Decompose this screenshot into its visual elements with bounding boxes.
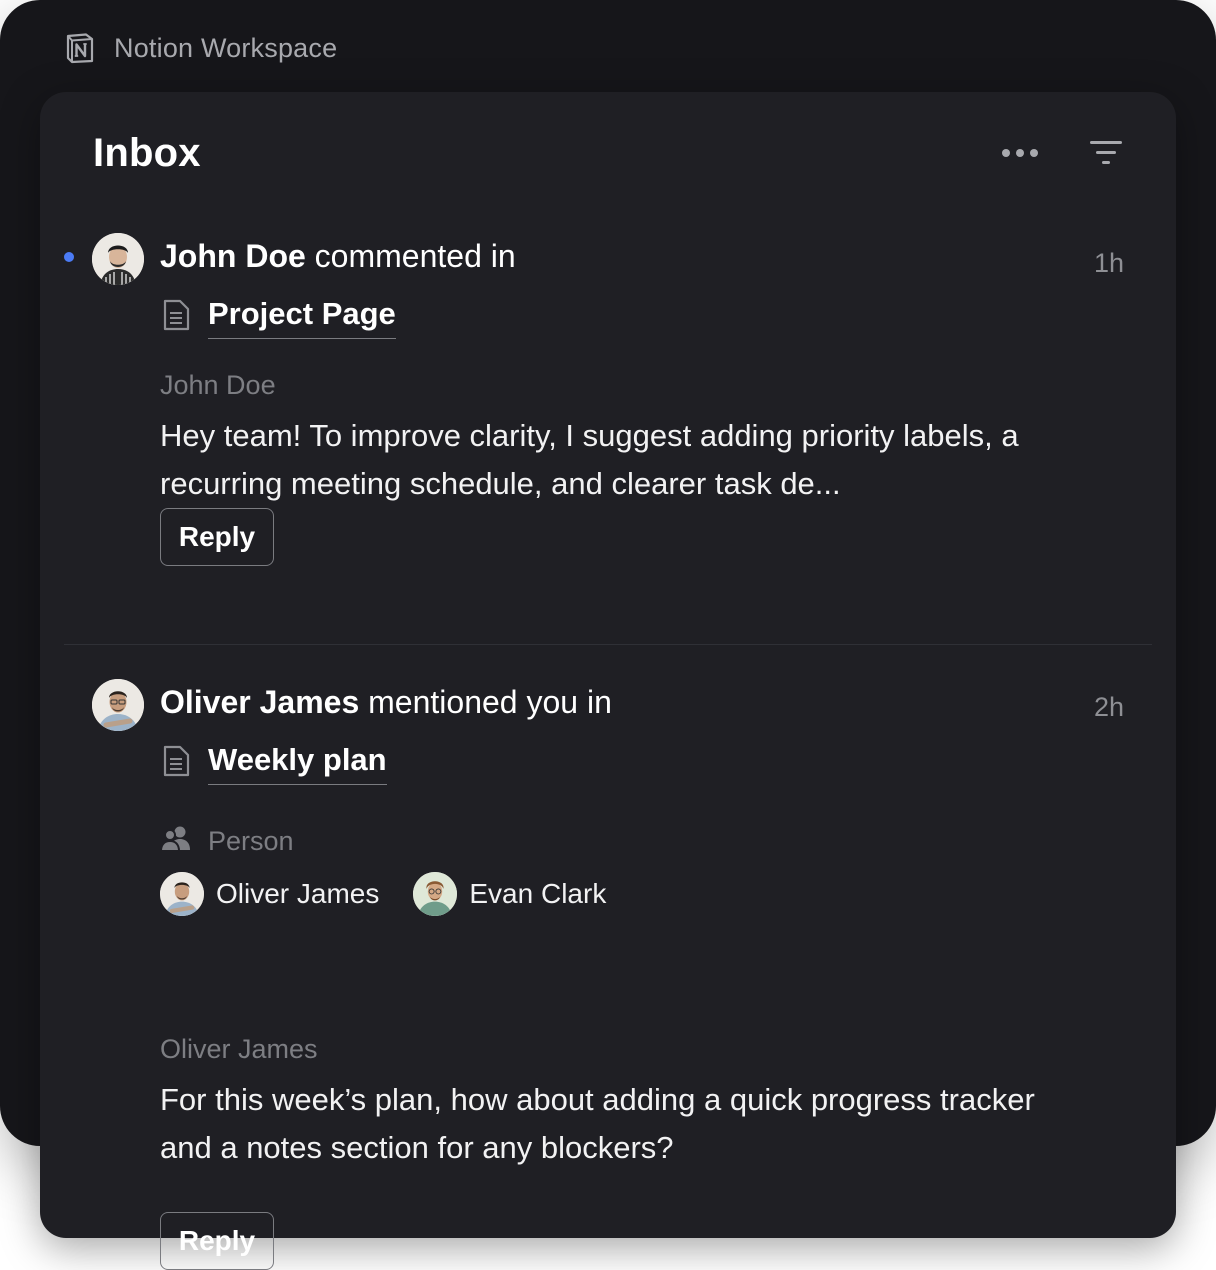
comment-author: Oliver James bbox=[160, 1034, 318, 1064]
person-name: Oliver James bbox=[216, 878, 380, 909]
inbox-panel: Inbox John Doe commented in 1h Project P… bbox=[40, 92, 1176, 1270]
page-icon bbox=[160, 298, 192, 337]
inbox-header: Inbox bbox=[93, 128, 1126, 178]
avatar bbox=[92, 679, 144, 731]
avatar bbox=[160, 872, 204, 916]
comment-text: For this week’s plan, how about adding a… bbox=[160, 1082, 1035, 1165]
person-chip[interactable]: Oliver James bbox=[160, 872, 379, 916]
person-name: Evan Clark bbox=[469, 878, 607, 909]
notification-time: 1h bbox=[1093, 248, 1124, 278]
window-title: Notion Workspace bbox=[114, 32, 338, 63]
property-row: Person bbox=[159, 824, 294, 859]
page-link[interactable]: Weekly plan bbox=[160, 742, 387, 785]
actor-name[interactable]: John Doe bbox=[160, 238, 306, 274]
divider bbox=[64, 644, 1152, 645]
page-link[interactable]: Project Page bbox=[160, 296, 396, 339]
page-title: Inbox bbox=[93, 130, 201, 175]
page-link-title[interactable]: Project Page bbox=[208, 296, 396, 339]
comment-author: John Doe bbox=[160, 370, 276, 400]
people-icon bbox=[159, 824, 192, 859]
notification-headline: John Doe commented in bbox=[160, 238, 516, 275]
page-link-title[interactable]: Weekly plan bbox=[208, 742, 387, 785]
reply-button[interactable]: Reply bbox=[160, 508, 274, 566]
person-chip[interactable]: Evan Clark bbox=[413, 872, 606, 916]
notion-logo-icon bbox=[64, 32, 96, 64]
notification-action: commented in bbox=[305, 238, 516, 274]
notification-action: mentioned you in bbox=[359, 684, 612, 720]
unread-dot bbox=[64, 252, 74, 262]
notification-time: 2h bbox=[1093, 692, 1124, 722]
notification-headline: Oliver James mentioned you in bbox=[160, 684, 612, 721]
property-label: Person bbox=[208, 826, 294, 856]
actor-name[interactable]: Oliver James bbox=[160, 684, 359, 720]
window-titlebar: Notion Workspace bbox=[64, 28, 337, 68]
reply-button[interactable]: Reply bbox=[160, 1212, 274, 1270]
header-actions bbox=[1000, 133, 1126, 173]
avatar bbox=[92, 233, 144, 285]
page-icon bbox=[160, 744, 192, 783]
people-list: Oliver James Evan Clark bbox=[160, 872, 606, 916]
comment-text: Hey team! To improve clarity, I suggest … bbox=[160, 418, 1019, 501]
filter-icon[interactable] bbox=[1086, 133, 1126, 173]
avatar bbox=[413, 872, 458, 916]
more-horizontal-icon[interactable] bbox=[1000, 133, 1040, 173]
